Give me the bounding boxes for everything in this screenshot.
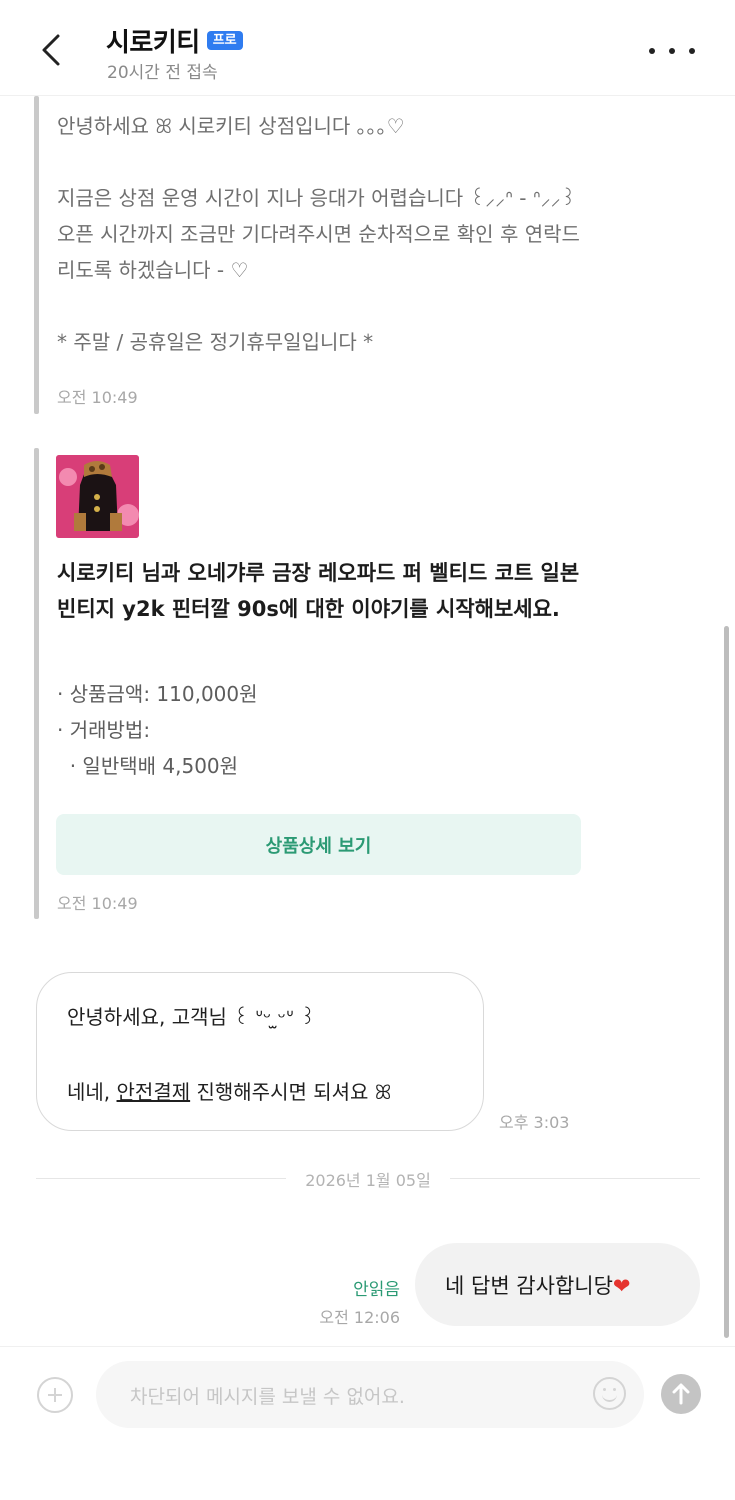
date-divider: 2026년 1월 05일	[36, 1165, 700, 1193]
emoji-icon[interactable]	[593, 1377, 626, 1410]
message-time: 오전 10:49	[57, 894, 138, 913]
message-time: 오전 10:49	[57, 388, 138, 407]
product-image	[56, 455, 139, 538]
outgoing-message-text: 네 답변 감사합니당	[445, 1274, 613, 1298]
message-time: 오후 3:03	[499, 1113, 570, 1132]
auto-reply-message: 안녕하세요 ꕤ 시로키티 상점입니다 ｡｡｡♡ 지금은 상점 운영 시간이 지나…	[57, 114, 580, 354]
product-details: · 상품금액: 110,000원 · 거래방법: · 일반택배 4,500원	[57, 676, 258, 784]
add-attachment-button[interactable]	[37, 1377, 73, 1413]
scrollbar[interactable]	[724, 626, 729, 1338]
dot-icon	[689, 48, 695, 54]
dot-icon	[669, 48, 675, 54]
title-row: 시로키티 프로	[106, 22, 243, 59]
outgoing-text: 네 답변 감사합니당❤	[445, 1270, 631, 1300]
product-detail-button[interactable]: 상품상세 보기	[56, 814, 581, 875]
product-method-label: · 거래방법:	[57, 718, 151, 742]
message-input-placeholder: 차단되어 메시지를 보낼 수 없어요.	[130, 1386, 405, 1408]
incoming-message-bubble: 안녕하세요, 고객님 ꒰ ᐡᵕ ̫ᵕᐡ ꒱ 네네, 안전결제 진행해주시면 되셔…	[36, 972, 484, 1131]
dot-icon	[649, 48, 655, 54]
product-shipping: · 일반택배 4,500원	[57, 754, 239, 778]
product-price: · 상품금액: 110,000원	[57, 682, 258, 706]
product-thumbnail[interactable]	[56, 455, 139, 538]
last-seen-status: 20시간 전 접속	[107, 63, 218, 83]
date-label: 2026년 1월 05일	[305, 1171, 431, 1190]
pro-badge: 프로	[206, 31, 243, 50]
product-card-title: 시로키티 님과 오네갸루 금장 레오파드 퍼 벨티드 코트 일본빈티지 y2k …	[57, 561, 580, 621]
reply-line: 네네, 안전결제 진행해주시면 되셔요 ꕤ	[67, 1076, 391, 1105]
more-options-button[interactable]	[649, 36, 695, 66]
message-input[interactable]: 차단되어 메시지를 보낼 수 없어요.	[96, 1361, 644, 1428]
back-button[interactable]	[28, 26, 76, 74]
chat-header: 시로키티 프로 20시간 전 접속	[0, 0, 735, 96]
unread-status: 안읽음	[353, 1280, 400, 1300]
chevron-left-icon	[42, 34, 60, 66]
heart-icon: ❤	[612, 1274, 631, 1298]
chat-title[interactable]: 시로키티	[106, 22, 200, 59]
reply-line: 안녕하세요, 고객님 ꒰ ᐡᵕ ̫ᵕᐡ ꒱	[67, 1005, 316, 1029]
message-quote-bar	[34, 448, 39, 919]
reply-text: 네네,	[67, 1080, 117, 1104]
message-time: 오전 12:06	[319, 1308, 400, 1327]
send-button[interactable]	[661, 1374, 701, 1414]
outgoing-message-bubble: 네 답변 감사합니당❤	[415, 1243, 700, 1326]
reply-text: 진행해주시면 되셔요 ꕤ	[190, 1080, 392, 1104]
safe-payment-link[interactable]: 안전결제	[117, 1080, 191, 1104]
message-quote-bar	[34, 96, 39, 414]
arrow-up-icon	[672, 1383, 690, 1405]
